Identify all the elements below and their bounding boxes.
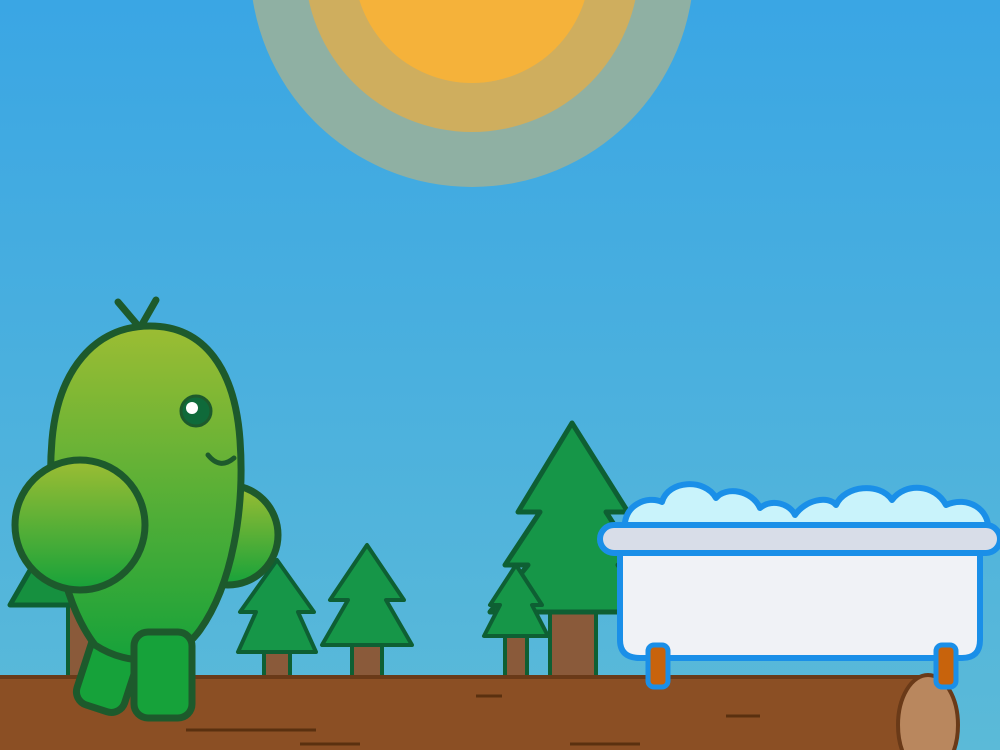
tub-foot-right [933, 642, 959, 690]
tub-body [617, 542, 983, 661]
tub-rim [597, 522, 1000, 556]
creature-front-arm [11, 456, 149, 594]
game-scene [0, 0, 1000, 750]
bathtub[interactable] [597, 481, 1000, 690]
tub-foot-left [645, 642, 671, 690]
creature-leg [130, 628, 196, 722]
creature-eye-highlight [186, 402, 198, 414]
